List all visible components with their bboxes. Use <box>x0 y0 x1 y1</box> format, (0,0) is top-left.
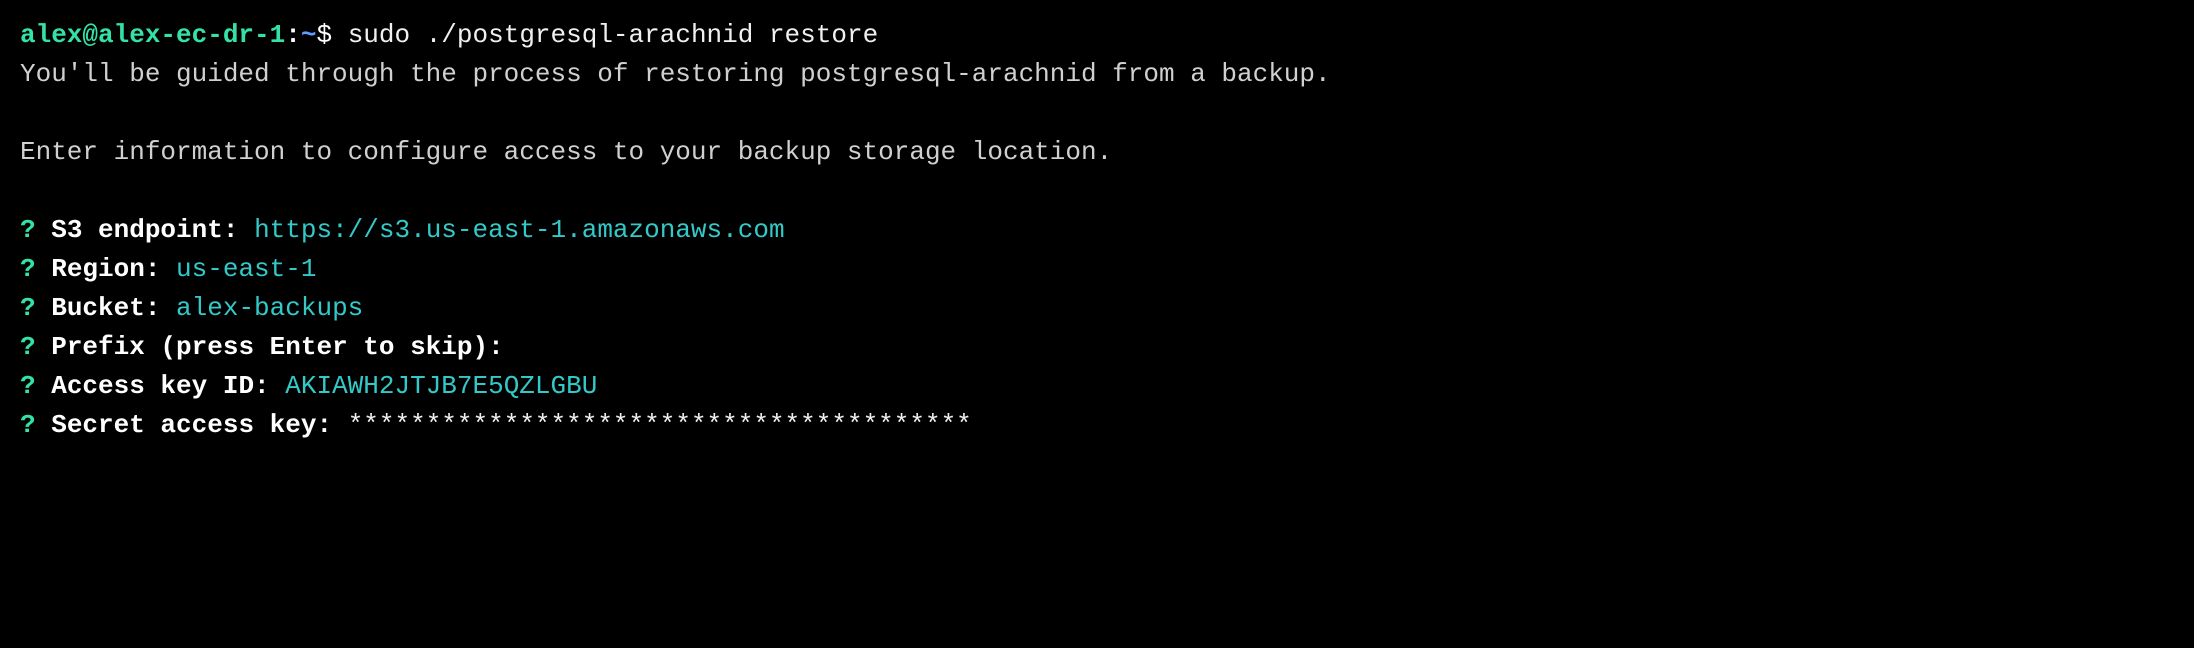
prompt-user-host: alex@alex-ec-dr-1 <box>20 20 285 50</box>
question-mark-icon: ? <box>20 410 36 440</box>
prompt-separator: : <box>285 20 301 50</box>
command-text <box>332 20 348 50</box>
question-label: Access key ID: <box>51 371 269 401</box>
question-mark-icon: ? <box>20 332 36 362</box>
prompt-dollar: $ <box>316 20 332 50</box>
question-label: S3 endpoint: <box>51 215 238 245</box>
question-mark-icon: ? <box>20 215 36 245</box>
question-value[interactable]: https://s3.us-east-1.amazonaws.com <box>254 215 785 245</box>
question-secret-access-key: ? Secret access key: *******************… <box>20 406 2174 445</box>
question-bucket: ? Bucket: alex-backups <box>20 289 2174 328</box>
blank-line <box>20 94 2174 133</box>
question-label: Region: <box>51 254 160 284</box>
question-label: Secret access key: <box>51 410 332 440</box>
question-mark-icon: ? <box>20 293 36 323</box>
question-value[interactable]: AKIAWH2JTJB7E5QZLGBU <box>285 371 597 401</box>
question-s3-endpoint: ? S3 endpoint: https://s3.us-east-1.amaz… <box>20 211 2174 250</box>
intro-text: You'll be guided through the process of … <box>20 55 2174 94</box>
section-text: Enter information to configure access to… <box>20 133 2174 172</box>
question-value-masked[interactable]: **************************************** <box>348 410 972 440</box>
question-mark-icon: ? <box>20 254 36 284</box>
question-label: Prefix (press Enter to skip): <box>51 332 503 362</box>
prompt-path: ~ <box>301 20 317 50</box>
blank-line <box>20 172 2174 211</box>
question-prefix: ? Prefix (press Enter to skip): <box>20 328 2174 367</box>
question-label: Bucket: <box>51 293 160 323</box>
command-input[interactable]: sudo ./postgresql-arachnid restore <box>348 20 879 50</box>
question-value[interactable]: us-east-1 <box>176 254 316 284</box>
question-value[interactable]: alex-backups <box>176 293 363 323</box>
question-region: ? Region: us-east-1 <box>20 250 2174 289</box>
prompt-line[interactable]: alex@alex-ec-dr-1:~$ sudo ./postgresql-a… <box>20 16 2174 55</box>
question-access-key-id: ? Access key ID: AKIAWH2JTJB7E5QZLGBU <box>20 367 2174 406</box>
question-mark-icon: ? <box>20 371 36 401</box>
